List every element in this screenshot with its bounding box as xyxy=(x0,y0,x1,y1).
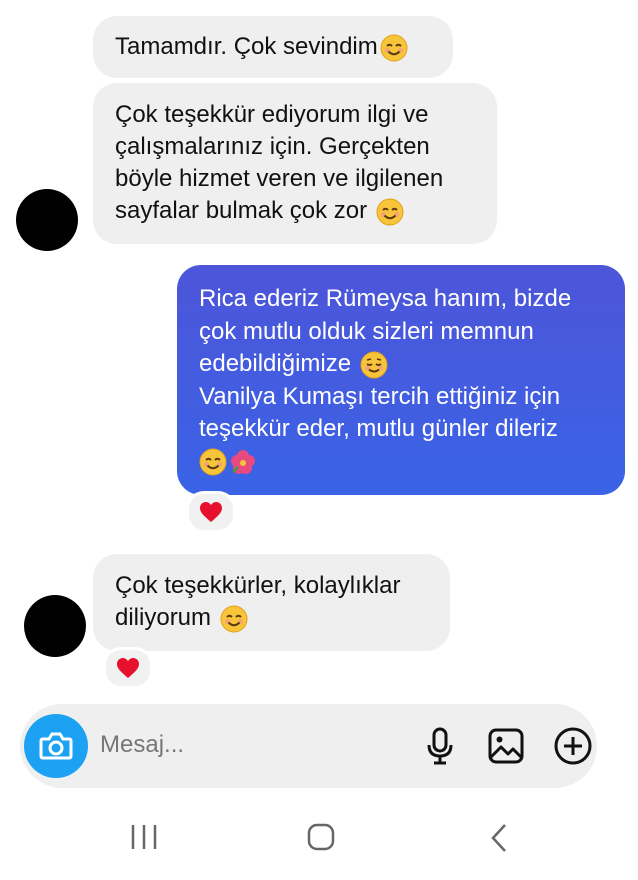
message-line xyxy=(199,446,603,479)
heart-reaction[interactable] xyxy=(186,491,236,533)
heart-reaction[interactable] xyxy=(103,647,153,689)
heart-icon xyxy=(117,658,139,678)
gallery-icon xyxy=(488,728,524,764)
heart-icon xyxy=(200,502,222,522)
home-icon xyxy=(307,823,335,851)
contact-avatar[interactable] xyxy=(24,595,86,657)
hibiscus-emoji xyxy=(231,450,255,475)
system-navigation-bar xyxy=(0,800,638,880)
smiling-face-emoji xyxy=(220,605,248,633)
recent-apps-button[interactable] xyxy=(130,822,158,852)
home-button[interactable] xyxy=(306,822,336,852)
message-line: Çok teşekkürler, kolaylıklar xyxy=(115,572,401,599)
back-button[interactable] xyxy=(488,822,510,854)
add-button[interactable] xyxy=(553,726,593,766)
message-line: böyle hizmet veren ve ilgilenen xyxy=(115,165,444,192)
add-icon xyxy=(554,727,592,765)
smiling-face-emoji xyxy=(199,448,227,476)
incoming-message-2[interactable]: Çok teşekkür ediyorum ilgi ve çalışmalar… xyxy=(93,83,497,244)
outgoing-message[interactable]: Rica ederiz Rümeysa hanım, bizde çok mut… xyxy=(177,265,625,495)
message-line: sayfalar bulmak çok zor xyxy=(115,195,475,227)
message-input[interactable]: Mesaj... xyxy=(100,731,184,759)
message-composer: Mesaj... xyxy=(20,704,597,788)
message-line: çalışmalarınız için. Gerçekten xyxy=(115,133,430,160)
message-line: Rica ederiz Rümeysa hanım, bizde xyxy=(199,285,572,312)
incoming-message-3[interactable]: Çok teşekkürler, kolaylıklar diliyorum xyxy=(93,554,450,651)
message-text: Tamamdır. Çok sevindim xyxy=(115,31,431,63)
message-line: çok mutlu olduk sizleri memnun xyxy=(199,317,534,345)
microphone-button[interactable] xyxy=(420,726,460,766)
back-icon xyxy=(491,824,506,852)
message-line: Vanilya Kumaşı tercih ettiğiniz için xyxy=(199,382,561,410)
camera-icon xyxy=(39,732,73,760)
message-line: Çok teşekkür ediyorum ilgi ve xyxy=(115,101,429,128)
contact-avatar[interactable] xyxy=(16,189,78,251)
smiling-face-emoji xyxy=(380,34,408,62)
recent-apps-icon xyxy=(131,825,157,849)
incoming-message-1[interactable]: Tamamdır. Çok sevindim xyxy=(93,16,453,78)
camera-button[interactable] xyxy=(24,714,88,778)
message-line: teşekkür eder, mutlu günler dileriz xyxy=(199,415,558,442)
smiling-face-emoji xyxy=(376,198,404,226)
microphone-icon xyxy=(427,727,453,765)
message-line: diliyorum xyxy=(115,602,428,634)
message-line: edebildiğimize xyxy=(199,348,603,381)
gallery-button[interactable] xyxy=(486,726,526,766)
relieved-face-emoji xyxy=(360,351,388,379)
